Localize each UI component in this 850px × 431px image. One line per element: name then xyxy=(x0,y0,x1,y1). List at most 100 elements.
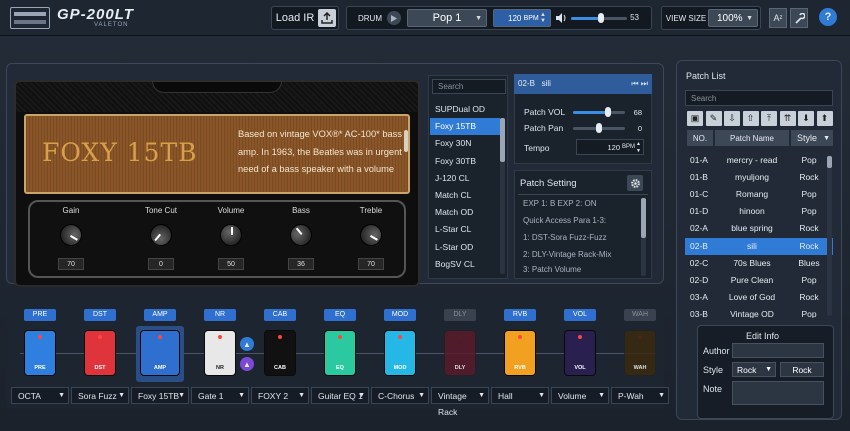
module-select-dst[interactable]: Sora Fuzz ▼ xyxy=(71,387,129,404)
slot-label-eq[interactable]: EQ xyxy=(324,309,356,321)
slot-label-dly[interactable]: DLY xyxy=(444,309,476,321)
view-size-select[interactable]: 100% ▼ xyxy=(708,9,758,27)
tonecut-value[interactable]: 0 xyxy=(148,258,174,270)
module-select-dly[interactable]: Vintage Rack ▼ xyxy=(431,387,489,417)
export-icon[interactable]: ⇧ xyxy=(742,111,759,126)
patch-row[interactable]: 02-B sili Rock xyxy=(685,237,833,255)
amp-list-scrollbar[interactable] xyxy=(500,118,505,274)
amp-list-item[interactable]: L-Star CL xyxy=(430,221,500,238)
amp-list-item[interactable]: Match OD xyxy=(430,204,500,221)
amp-search-input[interactable]: Search xyxy=(432,79,506,94)
patch-pan-slider[interactable] xyxy=(573,123,625,133)
gear-icon[interactable] xyxy=(627,175,643,191)
module-select-rvb[interactable]: Hall ▼ xyxy=(491,387,549,404)
module-select-cab[interactable]: FOXY 2 ▼ xyxy=(251,387,309,404)
col-style-select[interactable]: Style ▼ xyxy=(791,130,833,146)
tonecut-knob[interactable] xyxy=(145,219,177,251)
amp-list-item[interactable]: Foxy 30N xyxy=(430,135,500,152)
slot-label-dst[interactable]: DST xyxy=(84,309,116,321)
gain-value[interactable]: 70 xyxy=(58,258,84,270)
pedal-wah[interactable]: WAH xyxy=(624,330,656,376)
pedal-mod[interactable]: MOD xyxy=(384,330,416,376)
move-up-top-icon[interactable]: ⇈ xyxy=(779,111,796,126)
bass-knob[interactable] xyxy=(285,219,317,251)
module-select-wah[interactable]: P-Wah ▼ xyxy=(611,387,669,404)
font-size-icon[interactable]: Az xyxy=(769,8,787,28)
pedal-eq[interactable]: EQ xyxy=(324,330,356,376)
volume-slider[interactable] xyxy=(571,13,627,23)
patch-row[interactable]: 02-D Pure Clean Pop xyxy=(685,272,833,289)
pedal-vol[interactable]: VOL xyxy=(564,330,596,376)
module-select-vol[interactable]: Volume ▼ xyxy=(551,387,609,404)
patch-row[interactable]: 01-D hinoon Pop xyxy=(685,203,833,220)
style-field[interactable]: Rock xyxy=(780,362,824,377)
patch-row[interactable]: 03-A Love of God Rock xyxy=(685,289,833,306)
bpm-field[interactable]: 120 BPM ▲ ▼ xyxy=(493,9,551,27)
amp-list-item[interactable]: J-120 CL xyxy=(430,170,500,187)
patch-row[interactable]: 02-C 70s Blues Blues xyxy=(685,255,833,272)
slot-label-amp[interactable]: AMP xyxy=(144,309,176,321)
tempo-field[interactable]: 120 BPM ▲ ▼ xyxy=(576,139,644,155)
volume-icon[interactable] xyxy=(555,11,567,25)
wrench-icon[interactable] xyxy=(790,8,808,28)
bass-value[interactable]: 36 xyxy=(288,258,314,270)
amp-list-item[interactable]: BogSV CL xyxy=(430,256,500,273)
treble-knob[interactable] xyxy=(355,219,387,251)
gain-knob[interactable] xyxy=(55,219,87,251)
amp-list-item[interactable]: Foxy 30TB xyxy=(430,153,500,170)
pedal-cab[interactable]: CAB xyxy=(264,330,296,376)
note-field[interactable] xyxy=(732,381,824,405)
setting-scrollbar[interactable] xyxy=(641,198,646,276)
import-icon[interactable]: ⇩ xyxy=(724,111,740,126)
amp-list-item[interactable]: SUPDual OD xyxy=(430,101,500,118)
amp-list-item[interactable]: Foxy 15TB xyxy=(430,118,500,136)
style-select[interactable]: Rock ▼ xyxy=(732,362,776,377)
move-down-icon[interactable]: ⬇ xyxy=(798,111,814,126)
col-name[interactable]: Patch Name xyxy=(715,130,789,146)
patch-list-scrollbar[interactable] xyxy=(827,156,832,316)
slot-label-pre[interactable]: PRE xyxy=(24,309,56,321)
load-ir-button[interactable]: Load IR xyxy=(274,8,316,28)
drum-pattern-select[interactable]: Pop 1 ▼ xyxy=(407,9,487,27)
volume-value-box[interactable]: 50 xyxy=(218,258,244,270)
module-select-amp[interactable]: Foxy 15TB ▼ xyxy=(131,387,189,404)
author-field[interactable] xyxy=(732,343,824,358)
rename-icon[interactable]: ✎ xyxy=(705,111,722,126)
pedal-amp[interactable]: AMP xyxy=(140,330,180,376)
patch-row[interactable]: 01-A mercry - read Pop xyxy=(685,152,833,169)
move-top-icon[interactable]: ⤒ xyxy=(761,111,777,126)
module-select-eq[interactable]: Guitar EQ 1 ▼ xyxy=(311,387,369,404)
amp-list-item[interactable]: Match CL xyxy=(430,187,500,204)
upload-icon[interactable] xyxy=(318,9,336,27)
module-select-nr[interactable]: Gate 1 ▼ xyxy=(191,387,249,404)
amp-list-item[interactable]: L-Star OD xyxy=(430,239,500,256)
slot-label-rvb[interactable]: RVB xyxy=(504,309,536,321)
pedal-nr[interactable]: NR xyxy=(204,330,236,376)
module-select-pre[interactable]: OCTA ▼ xyxy=(11,387,69,404)
pedal-rvb[interactable]: RVB xyxy=(504,330,536,376)
play-icon[interactable] xyxy=(387,11,401,25)
slot-label-wah[interactable]: WAH xyxy=(624,309,656,321)
help-icon[interactable]: ? xyxy=(819,8,837,26)
volume-knob[interactable] xyxy=(220,224,242,246)
slot-label-cab[interactable]: CAB xyxy=(264,309,296,321)
module-select-mod[interactable]: C-Chorus ▼ xyxy=(371,387,429,404)
pedal-dly[interactable]: DLY xyxy=(444,330,476,376)
treble-value[interactable]: 70 xyxy=(358,258,384,270)
pedal-pre[interactable]: PRE xyxy=(24,330,56,376)
description-scrollbar[interactable] xyxy=(404,130,408,152)
patch-row[interactable]: 01-C Romang Pop xyxy=(685,186,833,203)
nr-up-icon[interactable]: ▲ xyxy=(240,337,254,351)
slot-label-mod[interactable]: MOD xyxy=(384,309,416,321)
prev-next-icon[interactable]: ⏮ ⏭ xyxy=(631,74,648,94)
pedal-dst[interactable]: DST xyxy=(84,330,116,376)
patch-row[interactable]: 02-A blue spring Rock xyxy=(685,220,833,237)
save-icon[interactable]: ▣ xyxy=(687,111,703,126)
patch-row[interactable]: 01-B myuljong Rock xyxy=(685,169,833,186)
move-up-icon[interactable]: ⬆ xyxy=(816,111,833,126)
slot-label-nr[interactable]: NR xyxy=(204,309,236,321)
patch-search-input[interactable]: Search xyxy=(685,90,833,106)
col-no[interactable]: NO. xyxy=(687,130,713,146)
nr-down-icon[interactable]: ▲ xyxy=(240,357,254,371)
patch-row[interactable]: 03-B Vintage OD Pop xyxy=(685,306,833,318)
